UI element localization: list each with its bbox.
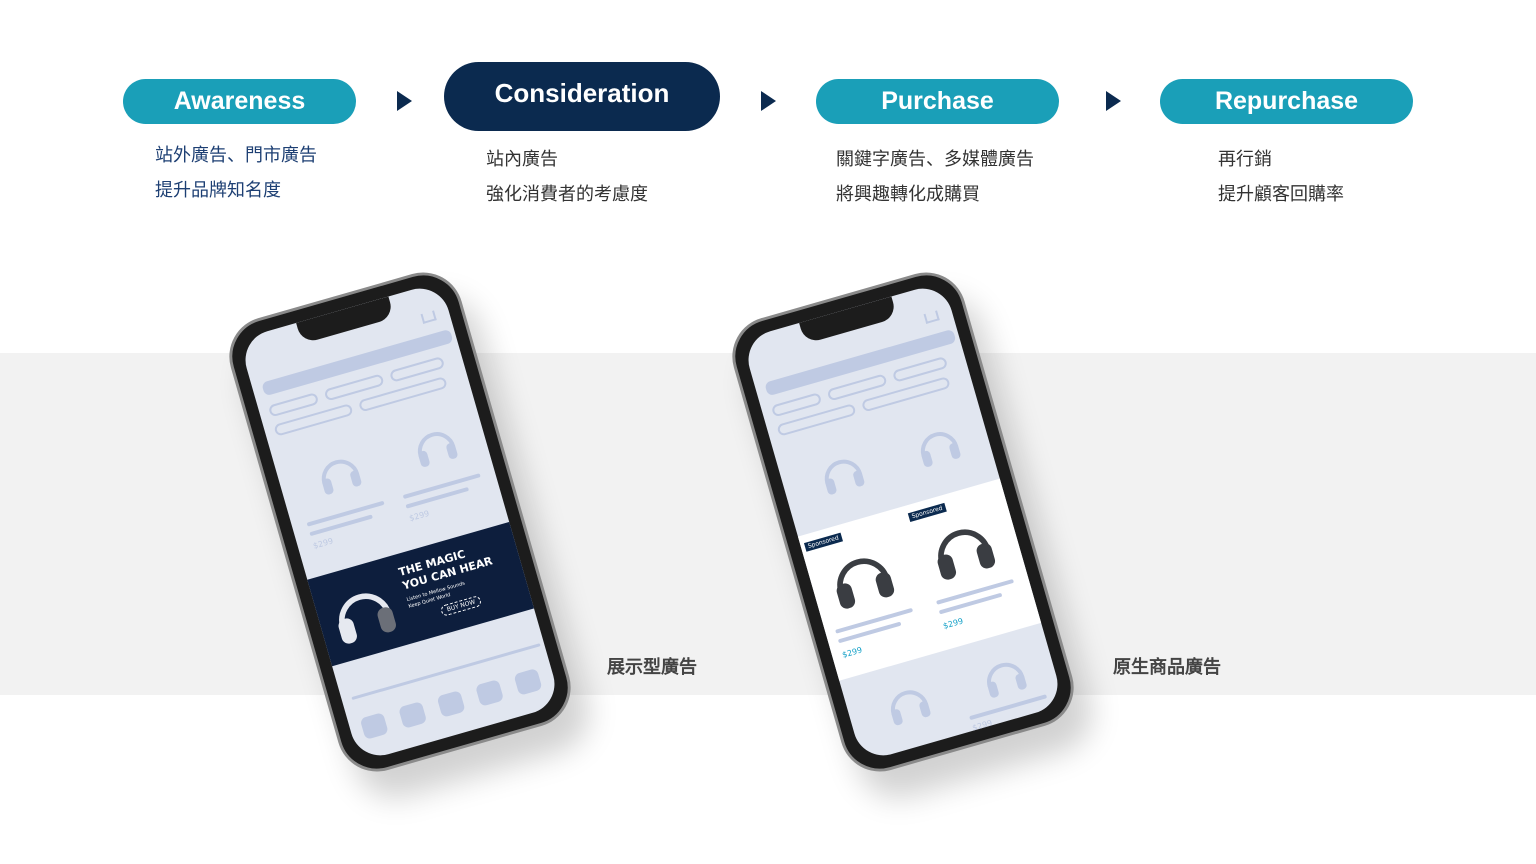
desc-line: 強化消費者的考慮度: [486, 184, 648, 205]
headphones-image: [937, 529, 996, 580]
desc-line: 提升品牌知名度: [155, 180, 281, 201]
cart-icon: [923, 310, 940, 324]
stage-purchase: Purchase: [816, 79, 1059, 124]
headphones-image: [836, 558, 895, 609]
arrow-icon: [1106, 91, 1121, 111]
stage-description: 再行銷提升顧客回購率: [1218, 142, 1344, 212]
headphones-image: [338, 593, 396, 644]
desc-line: 站外廣告、門市廣告: [155, 145, 317, 166]
price: $299: [971, 718, 994, 733]
caption-native-ad: 原生商品廣告: [1113, 657, 1221, 678]
app-icon: [436, 690, 466, 718]
desc-line: 提升顧客回購率: [1218, 184, 1344, 205]
desc-line: 再行銷: [1218, 149, 1272, 170]
desc-line: 站內廣告: [486, 149, 558, 170]
app-icon: [398, 701, 428, 729]
cart-icon: [420, 310, 437, 324]
stage-awareness: Awareness: [123, 79, 356, 124]
arrow-icon: [397, 91, 412, 111]
app-icon: [359, 712, 389, 740]
headphones-icon: [417, 432, 458, 467]
text-line: [837, 621, 902, 644]
text-line: [938, 592, 1003, 615]
price: $299: [841, 645, 864, 660]
stage-description: 關鍵字廣告、多媒體廣告 將興趣轉化成購買: [836, 142, 1034, 212]
stage-description: 站內廣告強化消費者的考慮度: [486, 142, 648, 212]
stage-repurchase: Repurchase: [1160, 79, 1413, 124]
app-icon: [513, 668, 543, 696]
arrow-icon: [761, 91, 776, 111]
desc-line: 關鍵字廣告、多媒體廣告: [836, 149, 1034, 170]
price: $299: [942, 616, 965, 631]
phone-notch: [799, 296, 898, 345]
phone-notch: [296, 296, 395, 345]
headphones-icon: [987, 662, 1027, 698]
app-icon: [475, 679, 505, 707]
display-ad-banner[interactable]: THE MAGIC YOU CAN HEAR Listen to Mellow S…: [297, 516, 554, 670]
desc-line: 將興趣轉化成購買: [836, 184, 980, 205]
price: $299: [408, 508, 431, 524]
price: $299: [312, 536, 335, 551]
headphones-icon: [321, 459, 362, 495]
stage-consideration: Consideration: [444, 62, 720, 131]
headphones-icon: [920, 432, 961, 467]
text-line: [309, 514, 373, 537]
headphones-icon: [890, 690, 931, 726]
caption-display-ad: 展示型廣告: [607, 657, 697, 678]
headphones-icon: [824, 459, 865, 495]
stage-description: 站外廣告、門市廣告 提升品牌知名度: [155, 138, 317, 208]
text-line: [405, 486, 470, 509]
